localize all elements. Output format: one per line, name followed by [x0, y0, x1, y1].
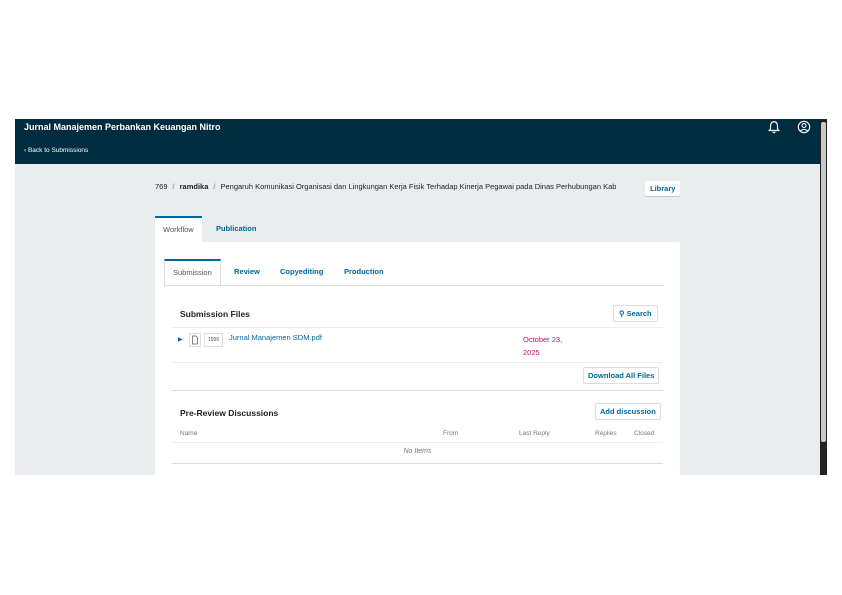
- bell-icon[interactable]: [767, 120, 781, 134]
- submission-title: Pengaruh Komunikasi Organisasi dan Lingk…: [220, 182, 617, 191]
- file-date: October 23, 2025: [523, 335, 563, 357]
- scrollbar-thumb[interactable]: [821, 122, 826, 442]
- user-circle-icon[interactable]: [797, 120, 811, 134]
- column-header-name: Name: [180, 430, 198, 437]
- scrollbar[interactable]: [820, 119, 827, 475]
- column-header-from: From: [443, 430, 459, 437]
- tab-review[interactable]: Review: [226, 259, 268, 285]
- journal-title[interactable]: Jurnal Manajemen Perbankan Keuangan Nitr…: [24, 122, 221, 132]
- search-label: Search: [626, 309, 652, 318]
- submission-files-section: Submission Files ⚲ Search ▶ 1996 Jurnal …: [172, 300, 663, 391]
- back-to-submissions-link[interactable]: ‹ Back to Submissions: [24, 147, 88, 154]
- divider: [172, 442, 663, 443]
- divider: [172, 362, 663, 363]
- app-window: Jurnal Manajemen Perbankan Keuangan Nitr…: [15, 119, 827, 475]
- tab-submission[interactable]: Submission: [164, 259, 221, 285]
- search-icon: ⚲: [619, 309, 625, 318]
- tab-copyediting[interactable]: Copyediting: [272, 259, 331, 285]
- submission-id: 769: [155, 182, 168, 191]
- tab-workflow[interactable]: Workflow: [155, 216, 202, 242]
- empty-state-text: No Items: [403, 448, 432, 455]
- tabs-divider: [164, 285, 664, 286]
- search-button[interactable]: ⚲ Search: [613, 305, 658, 322]
- tab-production[interactable]: Production: [336, 259, 392, 285]
- file-pdf-icon: [189, 333, 201, 347]
- stage-tabs: Submission Review Copyediting Production: [164, 259, 664, 286]
- breadcrumb: 769 / ramdika / Pengaruh Komunikasi Organisa…: [155, 182, 616, 191]
- workflow-panel: Submission Review Copyediting Production…: [155, 242, 680, 475]
- column-header-replies: Replies: [595, 430, 617, 437]
- breadcrumb-separator: /: [172, 182, 175, 191]
- submission-files-title: Submission Files: [180, 309, 250, 319]
- file-row: ▶ 1996 Jurnal Manajemen SDM.pdf October …: [172, 328, 663, 360]
- file-id-badge: 1996: [204, 333, 224, 347]
- breadcrumb-separator: /: [213, 182, 216, 191]
- add-discussion-button[interactable]: Add discussion: [595, 403, 661, 420]
- pre-review-discussions-section: Pre-Review Discussions Add discussion Na…: [172, 399, 663, 475]
- discussions-title: Pre-Review Discussions: [180, 408, 279, 418]
- library-button[interactable]: Library: [645, 181, 681, 196]
- column-header-closed: Closed: [634, 430, 655, 437]
- tab-publication[interactable]: Publication: [208, 216, 264, 242]
- submission-author: ramdika: [179, 182, 209, 191]
- file-link[interactable]: Jurnal Manajemen SDM.pdf: [229, 333, 322, 342]
- top-header-bar: Jurnal Manajemen Perbankan Keuangan Nitr…: [15, 119, 820, 164]
- divider: [172, 463, 663, 464]
- file-id: 1996: [208, 337, 220, 343]
- expand-triangle-icon[interactable]: ▶: [178, 336, 183, 343]
- column-header-last-reply: Last Reply: [519, 430, 550, 437]
- download-all-files-button[interactable]: Download All Files: [583, 367, 660, 384]
